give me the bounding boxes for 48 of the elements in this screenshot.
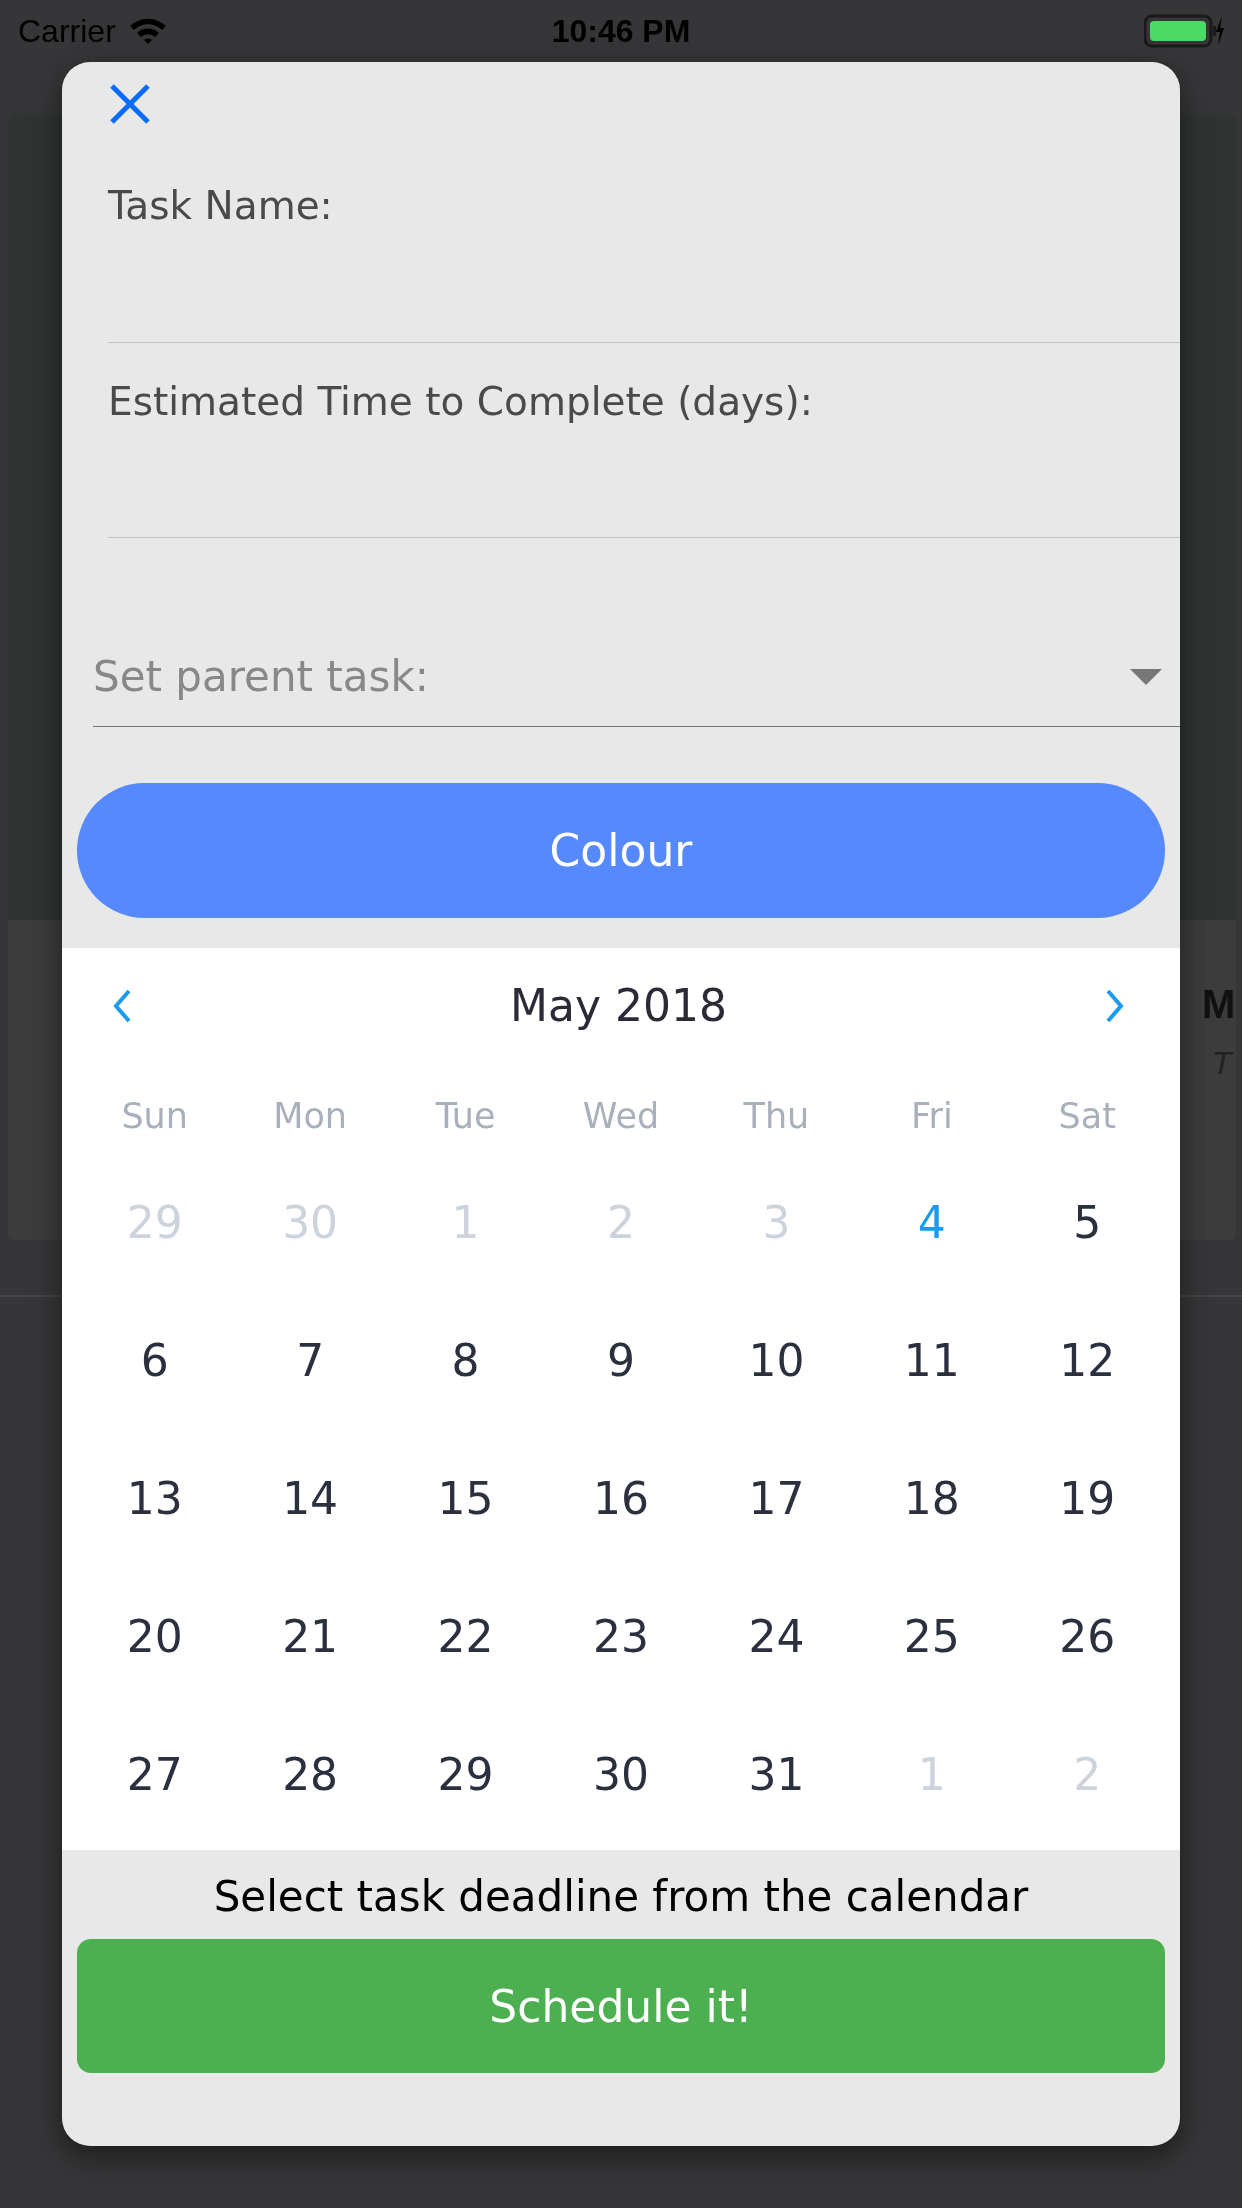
chevron-right-icon[interactable] bbox=[1105, 987, 1125, 1024]
calendar-day[interactable]: 22 bbox=[387, 1610, 544, 1662]
calendar-day[interactable]: 27 bbox=[77, 1748, 233, 1800]
weekday-label: Sat bbox=[1057, 1095, 1117, 1138]
calendar-day[interactable]: 28 bbox=[232, 1748, 388, 1800]
weekday-label: Wed bbox=[581, 1095, 661, 1138]
month-title: May 2018 bbox=[510, 980, 727, 1031]
close-icon[interactable] bbox=[108, 82, 152, 126]
calendar-day[interactable]: 8 bbox=[387, 1334, 544, 1386]
calendar-day[interactable]: 19 bbox=[1009, 1472, 1165, 1524]
calendar-day[interactable]: 10 bbox=[698, 1334, 855, 1386]
weekday-label: Thu bbox=[742, 1095, 811, 1138]
calendar-day[interactable]: 7 bbox=[232, 1334, 388, 1386]
calendar-day[interactable]: 13 bbox=[77, 1472, 233, 1524]
weekday-label: Sun bbox=[120, 1095, 189, 1138]
calendar-day[interactable]: 25 bbox=[854, 1610, 1010, 1662]
calendar-day[interactable]: 21 bbox=[232, 1610, 388, 1662]
calendar-day[interactable]: 18 bbox=[854, 1472, 1010, 1524]
clock-time: 10:46 PM bbox=[551, 12, 691, 50]
calendar-day[interactable]: 29 bbox=[387, 1748, 544, 1800]
calendar-day[interactable]: 17 bbox=[698, 1472, 855, 1524]
dropdown-placeholder: Set parent task: bbox=[93, 652, 429, 701]
field-label: Estimated Time to Complete (days): bbox=[108, 379, 813, 424]
field-label: Task Name: bbox=[108, 183, 333, 228]
battery-icon bbox=[1144, 14, 1224, 48]
text-field[interactable]: Task Name: bbox=[108, 126, 1180, 343]
calendar-day[interactable]: 16 bbox=[543, 1472, 699, 1524]
caret-icon bbox=[1130, 668, 1162, 685]
calendar-day[interactable]: 5 bbox=[1009, 1196, 1165, 1248]
calendar-day[interactable]: 31 bbox=[698, 1748, 855, 1800]
hint-text: Select task deadline from the calendar bbox=[212, 1872, 1030, 1921]
calendar-day[interactable]: 6 bbox=[77, 1334, 233, 1386]
chevron-left-icon[interactable] bbox=[112, 987, 132, 1024]
calendar-day[interactable]: 15 bbox=[387, 1472, 544, 1524]
calendar-day[interactable]: 14 bbox=[232, 1472, 388, 1524]
calendar-day[interactable]: 23 bbox=[543, 1610, 699, 1662]
calendar-day[interactable]: 30 bbox=[543, 1748, 699, 1800]
calendar-day[interactable]: 24 bbox=[698, 1610, 855, 1662]
text-field[interactable]: Estimated Time to Complete (days): bbox=[108, 343, 1180, 538]
weekday-label: Tue bbox=[434, 1095, 497, 1138]
calendar-day[interactable]: 20 bbox=[77, 1610, 233, 1662]
calendar-day[interactable]: 12 bbox=[1009, 1334, 1165, 1386]
calendar-day[interactable]: 9 bbox=[543, 1334, 699, 1386]
weekday-label: Mon bbox=[272, 1095, 349, 1138]
calendar-day[interactable]: 26 bbox=[1009, 1610, 1165, 1662]
weekday-label: Fri bbox=[910, 1095, 954, 1138]
calendar-day[interactable]: 11 bbox=[854, 1334, 1010, 1386]
carrier-label: Carrier bbox=[18, 12, 116, 50]
